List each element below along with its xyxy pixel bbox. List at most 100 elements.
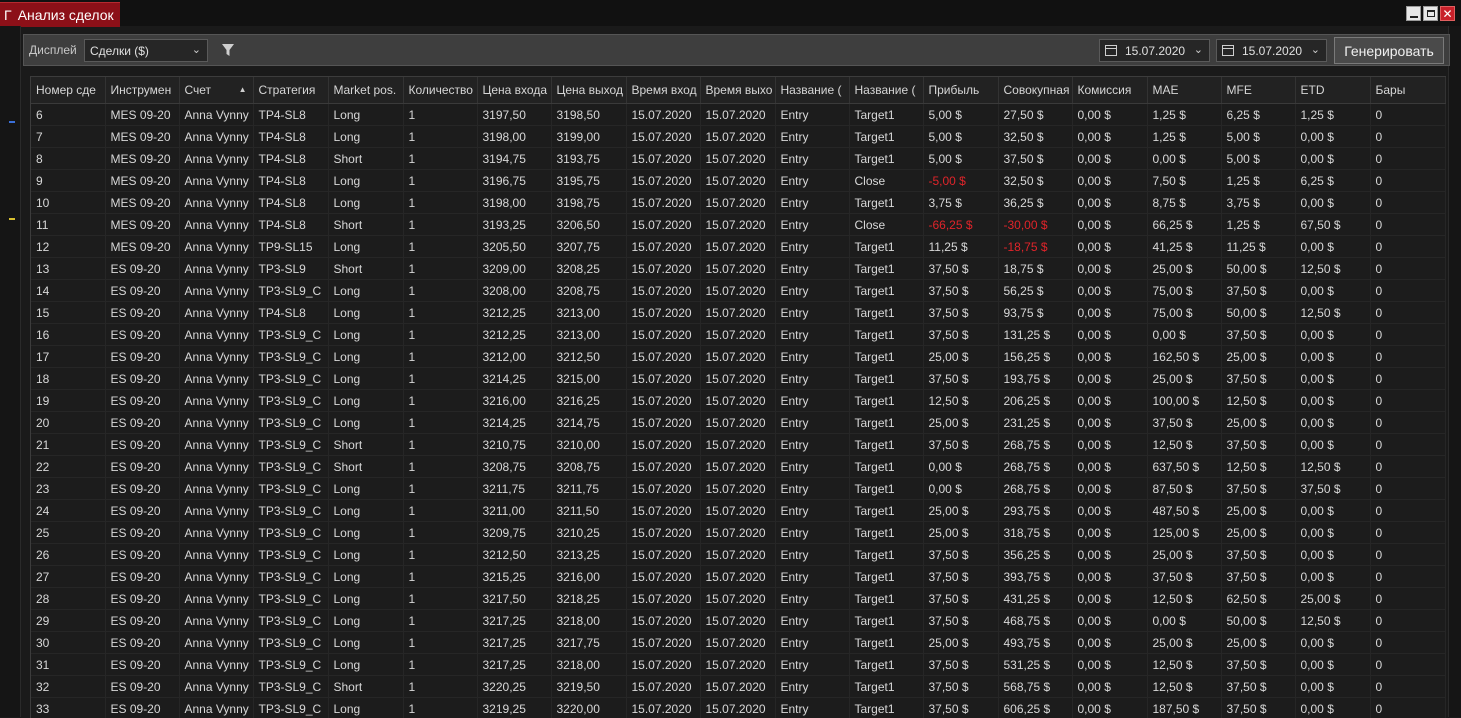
- column-header[interactable]: MAE: [1147, 77, 1221, 104]
- column-header[interactable]: Номер сде: [31, 77, 105, 104]
- column-header[interactable]: Market pos.: [328, 77, 403, 104]
- table-row[interactable]: 8MES 09-20Anna VynnyTP4-SL8Short13194,75…: [31, 148, 1445, 170]
- to-date-picker[interactable]: 15.07.2020 ⌄: [1216, 39, 1327, 62]
- display-select-value: Сделки ($): [90, 44, 149, 58]
- table-cell: 15.07.2020: [700, 544, 775, 566]
- column-header[interactable]: Название (: [775, 77, 849, 104]
- table-row[interactable]: 24ES 09-20Anna VynnyTP3-SL9_CLong13211,0…: [31, 500, 1445, 522]
- table-cell: ES 09-20: [105, 632, 179, 654]
- table-row[interactable]: 25ES 09-20Anna VynnyTP3-SL9_CLong13209,7…: [31, 522, 1445, 544]
- table-cell: 0,00 $: [1072, 654, 1147, 676]
- column-header[interactable]: Цена входа: [477, 77, 551, 104]
- table-row[interactable]: 19ES 09-20Anna VynnyTP3-SL9_CLong13216,0…: [31, 390, 1445, 412]
- column-header[interactable]: Счет▲: [179, 77, 253, 104]
- table-cell: ES 09-20: [105, 654, 179, 676]
- table-row[interactable]: 21ES 09-20Anna VynnyTP3-SL9_CShort13210,…: [31, 434, 1445, 456]
- window-tab[interactable]: Γ Анализ сделок: [0, 2, 120, 27]
- table-cell: 0: [1370, 500, 1445, 522]
- table-cell: 15.07.2020: [700, 456, 775, 478]
- table-row[interactable]: 31ES 09-20Anna VynnyTP3-SL9_CLong13217,2…: [31, 654, 1445, 676]
- table-cell: 0,00 $: [1072, 214, 1147, 236]
- table-cell: 1,25 $: [1295, 104, 1370, 126]
- table-cell: Long: [328, 478, 403, 500]
- table-row[interactable]: 27ES 09-20Anna VynnyTP3-SL9_CLong13215,2…: [31, 566, 1445, 588]
- table-row[interactable]: 30ES 09-20Anna VynnyTP3-SL9_CLong13217,2…: [31, 632, 1445, 654]
- table-cell: 3211,75: [477, 478, 551, 500]
- table-row[interactable]: 6MES 09-20Anna VynnyTP4-SL8Long13197,503…: [31, 104, 1445, 126]
- column-header[interactable]: Стратегия: [253, 77, 328, 104]
- table-cell: ES 09-20: [105, 258, 179, 280]
- column-header-label: Комиссия: [1078, 83, 1132, 97]
- table-row[interactable]: 17ES 09-20Anna VynnyTP3-SL9_CLong13212,0…: [31, 346, 1445, 368]
- table-cell: Short: [328, 456, 403, 478]
- column-header[interactable]: Цена выход: [551, 77, 626, 104]
- from-date-picker[interactable]: 15.07.2020 ⌄: [1099, 39, 1210, 62]
- table-row[interactable]: 10MES 09-20Anna VynnyTP4-SL8Long13198,00…: [31, 192, 1445, 214]
- table-cell: 37,50 $: [1221, 544, 1295, 566]
- table-cell: 0: [1370, 236, 1445, 258]
- table-cell: 1,25 $: [1221, 170, 1295, 192]
- table-cell: 15.07.2020: [626, 500, 700, 522]
- table-row[interactable]: 20ES 09-20Anna VynnyTP3-SL9_CLong13214,2…: [31, 412, 1445, 434]
- table-row[interactable]: 12MES 09-20Anna VynnyTP9-SL15Long13205,5…: [31, 236, 1445, 258]
- column-header-label: Стратегия: [259, 83, 316, 97]
- column-header[interactable]: Время вход: [626, 77, 700, 104]
- display-select[interactable]: Сделки ($) ⌄: [84, 39, 208, 62]
- table-cell: Target1: [849, 500, 923, 522]
- table-cell: 3216,00: [551, 566, 626, 588]
- table-row[interactable]: 28ES 09-20Anna VynnyTP3-SL9_CLong13217,5…: [31, 588, 1445, 610]
- column-header[interactable]: Прибыль: [923, 77, 998, 104]
- table-cell: 1: [403, 280, 477, 302]
- table-row[interactable]: 18ES 09-20Anna VynnyTP3-SL9_CLong13214,2…: [31, 368, 1445, 390]
- table-row[interactable]: 11MES 09-20Anna VynnyTP4-SL8Short13193,2…: [31, 214, 1445, 236]
- table-cell: 15.07.2020: [700, 368, 775, 390]
- table-cell: 0: [1370, 566, 1445, 588]
- table-cell: Target1: [849, 368, 923, 390]
- table-cell: Anna Vynny: [179, 390, 253, 412]
- column-header[interactable]: MFE: [1221, 77, 1295, 104]
- column-header-label: MFE: [1227, 83, 1252, 97]
- minimize-button[interactable]: [1406, 6, 1421, 21]
- table-cell: 5,00 $: [1221, 148, 1295, 170]
- table-cell: 37,50 $: [923, 434, 998, 456]
- table-row[interactable]: 32ES 09-20Anna VynnyTP3-SL9_CShort13220,…: [31, 676, 1445, 698]
- table-header-row: Номер сдеИнструменСчет▲ Стратегия Market p…: [31, 77, 1445, 104]
- column-header[interactable]: ETD: [1295, 77, 1370, 104]
- table-cell: Target1: [849, 346, 923, 368]
- table-row[interactable]: 26ES 09-20Anna VynnyTP3-SL9_CLong13212,5…: [31, 544, 1445, 566]
- table-row[interactable]: 16ES 09-20Anna VynnyTP3-SL9_CLong13212,2…: [31, 324, 1445, 346]
- table-row[interactable]: 33ES 09-20Anna VynnyTP3-SL9_CLong13219,2…: [31, 698, 1445, 718]
- table-row[interactable]: 22ES 09-20Anna VynnyTP3-SL9_CShort13208,…: [31, 456, 1445, 478]
- table-cell: ES 09-20: [105, 478, 179, 500]
- table-cell: ES 09-20: [105, 566, 179, 588]
- table-row[interactable]: 7MES 09-20Anna VynnyTP4-SL8Long13198,003…: [31, 126, 1445, 148]
- table-cell: 0,00 $: [1072, 258, 1147, 280]
- table-cell: Target1: [849, 236, 923, 258]
- table-cell: 15.07.2020: [700, 500, 775, 522]
- table-row[interactable]: 14ES 09-20Anna VynnyTP3-SL9_CLong13208,0…: [31, 280, 1445, 302]
- column-header[interactable]: Совокупная: [998, 77, 1072, 104]
- table-cell: Target1: [849, 456, 923, 478]
- table-cell: 0,00 $: [1072, 192, 1147, 214]
- table-row[interactable]: 15ES 09-20Anna VynnyTP4-SL8Long13212,253…: [31, 302, 1445, 324]
- table-cell: 15.07.2020: [626, 654, 700, 676]
- to-date-value: 15.07.2020: [1242, 44, 1302, 58]
- table-cell: 15.07.2020: [700, 148, 775, 170]
- column-header[interactable]: Комиссия: [1072, 77, 1147, 104]
- table-row[interactable]: 29ES 09-20Anna VynnyTP3-SL9_CLong13217,2…: [31, 610, 1445, 632]
- column-header[interactable]: Время выхо: [700, 77, 775, 104]
- table-row[interactable]: 9MES 09-20Anna VynnyTP4-SL8Long13196,753…: [31, 170, 1445, 192]
- filter-icon[interactable]: [221, 42, 235, 58]
- table-cell: TP3-SL9_C: [253, 566, 328, 588]
- column-header[interactable]: Количество: [403, 77, 477, 104]
- column-header[interactable]: Инструмен: [105, 77, 179, 104]
- table-row[interactable]: 23ES 09-20Anna VynnyTP3-SL9_CLong13211,7…: [31, 478, 1445, 500]
- column-header[interactable]: Название (: [849, 77, 923, 104]
- table-cell: 15.07.2020: [626, 522, 700, 544]
- close-button[interactable]: ✕: [1440, 6, 1455, 21]
- column-header[interactable]: Бары: [1370, 77, 1445, 104]
- table-cell: 1: [403, 588, 477, 610]
- generate-button[interactable]: Генерировать: [1334, 37, 1444, 64]
- table-row[interactable]: 13ES 09-20Anna VynnyTP3-SL9Short13209,00…: [31, 258, 1445, 280]
- maximize-button[interactable]: [1423, 6, 1438, 21]
